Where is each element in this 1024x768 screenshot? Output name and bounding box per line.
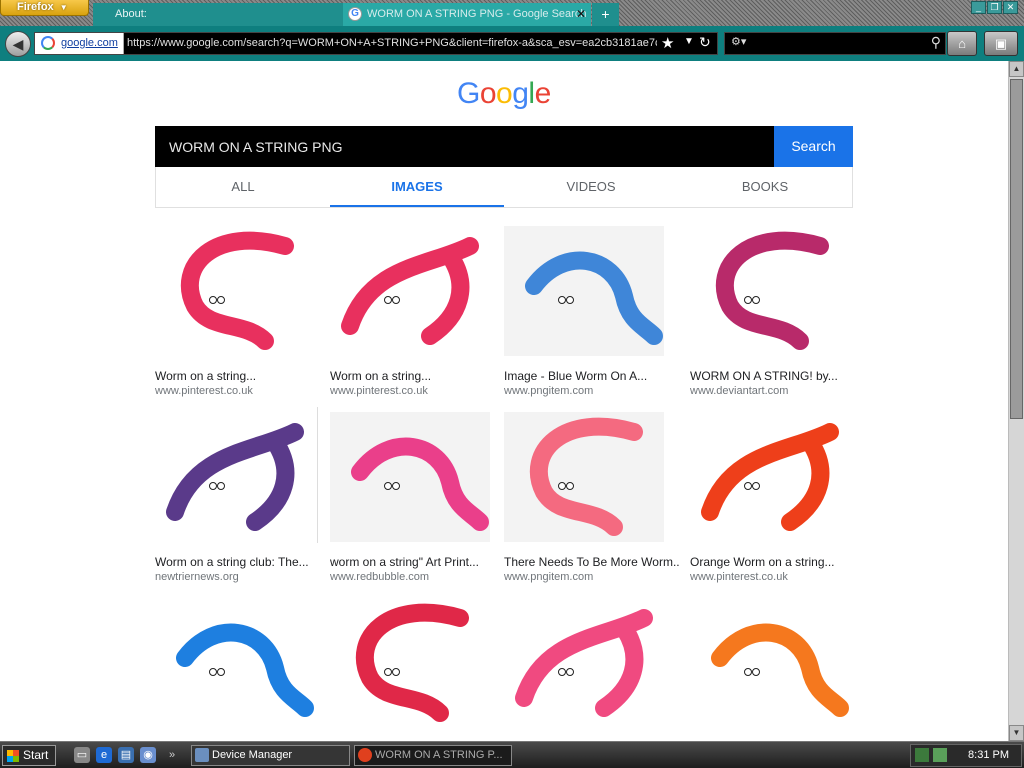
chevron-down-icon: ▼ <box>59 3 68 12</box>
result-source: www.pinterest.co.uk <box>155 385 253 397</box>
worm-thumbnail <box>504 226 664 356</box>
search-type-tabs: ALL IMAGES VIDEOS BOOKS <box>155 167 853 208</box>
tab-videos[interactable]: VIDEOS <box>504 167 678 207</box>
tab-images[interactable]: IMAGES <box>330 167 504 207</box>
result-caption[interactable]: Worm on a string club: The... <box>155 555 330 569</box>
home-button[interactable]: ⌂ <box>947 31 977 56</box>
windows-explorer-icon[interactable]: ▤ <box>118 747 134 763</box>
scroll-up-icon[interactable]: ▲ <box>1009 61 1024 77</box>
result-caption[interactable]: Worm on a string... <box>330 369 505 383</box>
worm-thumbnail <box>330 226 490 356</box>
search-input[interactable]: WORM ON A STRING PNG <box>155 126 853 167</box>
worm-thumbnail <box>330 412 490 542</box>
worm-thumbnail <box>690 226 850 356</box>
tab-label: About: <box>115 8 147 20</box>
tab-google-search[interactable]: G WORM ON A STRING PNG - Google Search ✕ <box>343 3 591 26</box>
close-window-icon[interactable]: ✕ <box>1003 1 1018 14</box>
tab-about[interactable]: About: <box>93 3 343 26</box>
worm-thumbnail <box>155 412 315 542</box>
scroll-down-icon[interactable]: ▼ <box>1009 725 1024 741</box>
close-tab-icon[interactable]: ✕ <box>576 3 586 26</box>
firefox-menu-button[interactable]: Firefox ▼ <box>0 0 89 16</box>
show-desktop-icon[interactable]: ▭ <box>74 747 90 763</box>
tab-label: WORM ON A STRING PNG - Google Search <box>367 8 587 20</box>
more-quicklaunch-icon[interactable]: » <box>164 747 180 763</box>
navigation-toolbar: ◀ google.com https://www.google.com/sear… <box>0 26 1024 61</box>
result-source: www.pinterest.co.uk <box>330 385 428 397</box>
google-favicon-icon: G <box>348 7 362 21</box>
worm-thumbnail <box>690 598 850 728</box>
back-arrow-icon: ◀ <box>12 36 24 52</box>
worm-thumbnail <box>155 598 315 728</box>
url-text[interactable]: https://www.google.com/search?q=WORM+ON+… <box>127 37 657 49</box>
task-label: Device Manager <box>212 749 293 761</box>
result-source: www.pngitem.com <box>504 571 594 583</box>
browser-search-box[interactable]: ⚙▾ ⚲ <box>724 32 946 55</box>
history-dropdown-icon[interactable]: ▼ <box>684 36 694 47</box>
result-caption[interactable]: WORM ON A STRING! by... <box>690 369 865 383</box>
result-caption[interactable]: Orange Worm on a string... <box>690 555 865 569</box>
search-query-text: WORM ON A STRING PNG <box>169 139 343 155</box>
bookmark-star-icon[interactable]: ★ <box>661 34 674 52</box>
google-logo[interactable]: Google <box>457 77 551 111</box>
window-controls: _ ❐ ✕ <box>971 1 1018 14</box>
firefox-icon <box>358 748 372 762</box>
task-label: WORM ON A STRING P... <box>375 749 503 761</box>
result-source: www.pngitem.com <box>504 385 594 397</box>
worm-thumbnail <box>504 412 664 542</box>
taskbar: Start ▭ e ▤ ◉ » Device Manager WORM ON A… <box>0 741 1024 768</box>
result-source: newtriernews.org <box>155 571 239 583</box>
search-engine-icon[interactable]: ⚙▾ <box>731 35 746 48</box>
new-tab-button[interactable]: + <box>592 3 619 26</box>
home-icon: ⌂ <box>958 36 966 51</box>
system-tray: 8:31 PM <box>910 744 1022 767</box>
start-label: Start <box>23 748 49 762</box>
result-caption[interactable]: worm on a string" Art Print... <box>330 555 505 569</box>
media-icon[interactable]: ◉ <box>140 747 156 763</box>
restore-icon[interactable]: ❐ <box>987 1 1002 14</box>
search-button[interactable]: Search <box>774 126 853 167</box>
result-source: www.deviantart.com <box>690 385 789 397</box>
clock: 8:31 PM <box>968 749 1009 761</box>
result-caption[interactable]: Worm on a string... <box>155 369 330 383</box>
task-firefox[interactable]: WORM ON A STRING P... <box>354 745 512 766</box>
worm-thumbnail <box>155 226 315 356</box>
site-identity[interactable]: google.com <box>35 33 124 54</box>
result-caption[interactable]: There Needs To Be More Worm... <box>504 555 679 569</box>
address-bar[interactable]: google.com https://www.google.com/search… <box>34 32 718 55</box>
result-source: www.redbubble.com <box>330 571 430 583</box>
result-source: www.pinterest.co.uk <box>690 571 788 583</box>
network-icon[interactable] <box>915 748 929 762</box>
vertical-scrollbar[interactable]: ▲ ▼ <box>1008 61 1024 741</box>
identity-domain: google.com <box>61 37 118 49</box>
start-button[interactable]: Start <box>2 745 56 766</box>
tab-books[interactable]: BOOKS <box>678 167 852 207</box>
firefox-menu-label: Firefox <box>17 1 54 13</box>
addon-icon: ▣ <box>994 36 1008 51</box>
search-icon[interactable]: ⚲ <box>931 34 941 51</box>
column-divider <box>317 407 318 543</box>
tray-app-icon[interactable] <box>933 748 947 762</box>
google-favicon-icon <box>41 36 55 50</box>
worm-thumbnail <box>330 598 490 728</box>
minimize-icon[interactable]: _ <box>971 1 986 14</box>
page-content: Google WORM ON A STRING PNG Search ALL I… <box>0 61 1008 741</box>
internet-explorer-icon[interactable]: e <box>96 747 112 763</box>
addon-button[interactable]: ▣ <box>984 31 1018 56</box>
tab-strip: Firefox ▼ About: G WORM ON A STRING PNG -… <box>0 0 1024 26</box>
device-manager-icon <box>195 748 209 762</box>
result-caption[interactable]: Image - Blue Worm On A... <box>504 369 679 383</box>
task-device-manager[interactable]: Device Manager <box>191 745 350 766</box>
worm-thumbnail <box>690 412 850 542</box>
worm-thumbnail <box>504 598 664 728</box>
scroll-thumb[interactable] <box>1010 79 1023 419</box>
windows-logo-icon <box>7 750 19 762</box>
reload-icon[interactable]: ↻ <box>699 34 711 51</box>
tab-all[interactable]: ALL <box>156 167 330 207</box>
back-button[interactable]: ◀ <box>5 31 31 57</box>
